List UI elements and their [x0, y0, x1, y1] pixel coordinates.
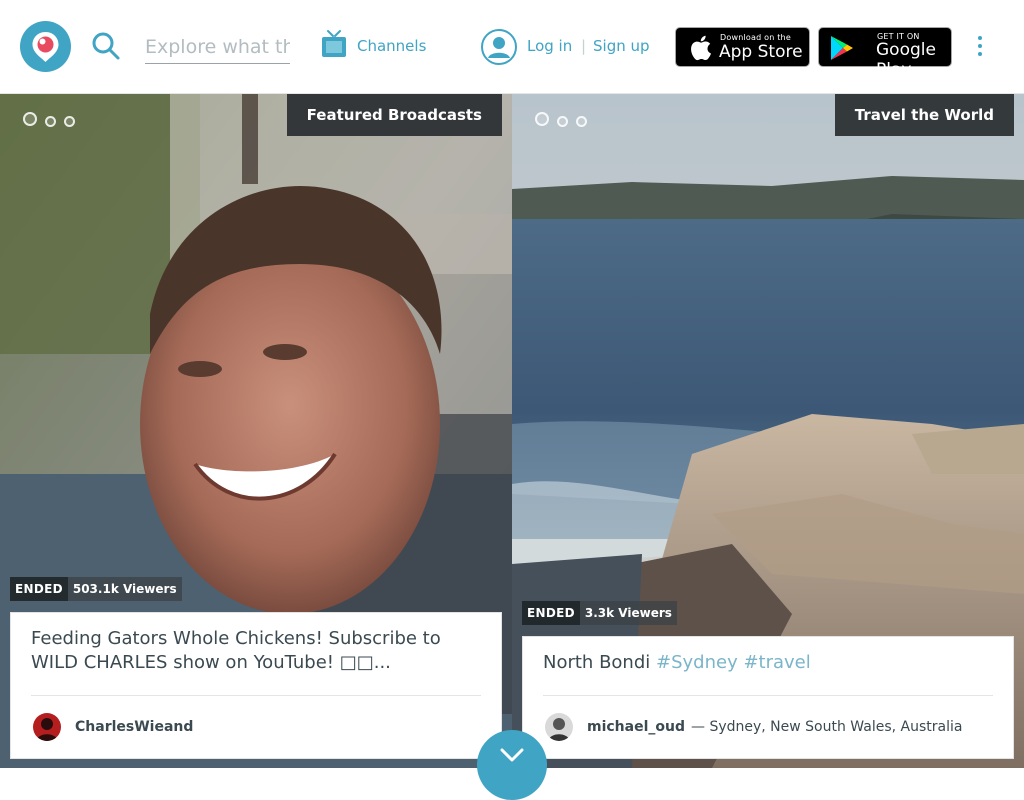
tv-icon	[321, 29, 347, 63]
ended-label: ENDED	[10, 577, 68, 601]
featured-broadcasts-tag[interactable]: Featured Broadcasts	[286, 94, 502, 136]
broadcaster-info: CharlesWieand	[11, 696, 501, 758]
app-store-big-text: App Store	[719, 42, 803, 62]
broadcast-card[interactable]: North Bondi #Sydney #travel michael_oud …	[522, 636, 1014, 759]
broadcast-title: North Bondi #Sydney #travel	[523, 637, 1013, 695]
broadcast-card[interactable]: Feeding Gators Whole Chickens! Subscribe…	[10, 612, 502, 759]
channels-label: Channels	[357, 37, 427, 55]
viewer-count: 3.3k Viewers	[579, 601, 677, 625]
avatar[interactable]	[33, 713, 61, 741]
carousel-dots	[535, 112, 587, 127]
ended-label: ENDED	[522, 601, 580, 625]
broadcaster-username[interactable]: CharlesWieand	[75, 719, 193, 735]
google-play-icon	[829, 35, 855, 65]
status-badge: ENDED 503.1k Viewers	[10, 577, 182, 601]
more-menu-icon[interactable]	[970, 33, 990, 61]
login-link[interactable]: Log in	[527, 37, 572, 55]
carousel-dot[interactable]	[23, 112, 37, 126]
google-play-button[interactable]: GET IT ON Google Play	[818, 27, 952, 80]
carousel-dot[interactable]	[535, 112, 549, 126]
broadcast-title-text: North Bondi	[543, 652, 651, 673]
google-play-big-text: Google Play	[876, 40, 936, 80]
avatar[interactable]	[545, 713, 573, 741]
carousel-dot[interactable]	[557, 116, 568, 127]
search-icon[interactable]	[90, 30, 122, 62]
apple-icon	[688, 34, 712, 66]
app-store-small-text: Download on the	[720, 33, 791, 42]
search-input[interactable]	[145, 30, 290, 64]
broadcast-location: — Sydney, New South Wales, Australia	[691, 719, 963, 735]
hashtags[interactable]: #Sydney #travel	[656, 652, 811, 673]
broadcast-panel-featured[interactable]: Featured Broadcasts ENDED 503.1k Viewers…	[0, 94, 512, 768]
broadcast-panel-travel[interactable]: Travel the World ENDED 3.3k Viewers Nort…	[512, 94, 1024, 768]
carousel-dot[interactable]	[64, 116, 75, 127]
travel-the-world-tag[interactable]: Travel the World	[834, 94, 1014, 136]
viewer-count: 503.1k Viewers	[67, 577, 182, 601]
status-badge: ENDED 3.3k Viewers	[522, 601, 677, 625]
carousel-dot[interactable]	[45, 116, 56, 127]
channels-link[interactable]: Channels	[321, 28, 426, 64]
carousel-dots	[23, 112, 75, 127]
user-avatar-icon[interactable]	[481, 29, 517, 65]
broadcast-title: Feeding Gators Whole Chickens! Subscribe…	[11, 613, 501, 695]
app-store-button[interactable]: Download on the App Store	[675, 27, 810, 67]
broadcast-title-text: Feeding Gators Whole Chickens! Subscribe…	[31, 628, 441, 673]
nav-separator: |	[581, 37, 587, 55]
scroll-down-button[interactable]	[477, 730, 547, 800]
periscope-logo-icon[interactable]	[20, 21, 71, 72]
carousel-dot[interactable]	[576, 116, 587, 127]
top-header: Channels Log in | Sign up Download on th…	[0, 0, 1024, 94]
broadcaster-username[interactable]: michael_oud	[587, 719, 685, 735]
broadcaster-info: michael_oud — Sydney, New South Wales, A…	[523, 696, 1013, 758]
signup-link[interactable]: Sign up	[593, 37, 650, 55]
